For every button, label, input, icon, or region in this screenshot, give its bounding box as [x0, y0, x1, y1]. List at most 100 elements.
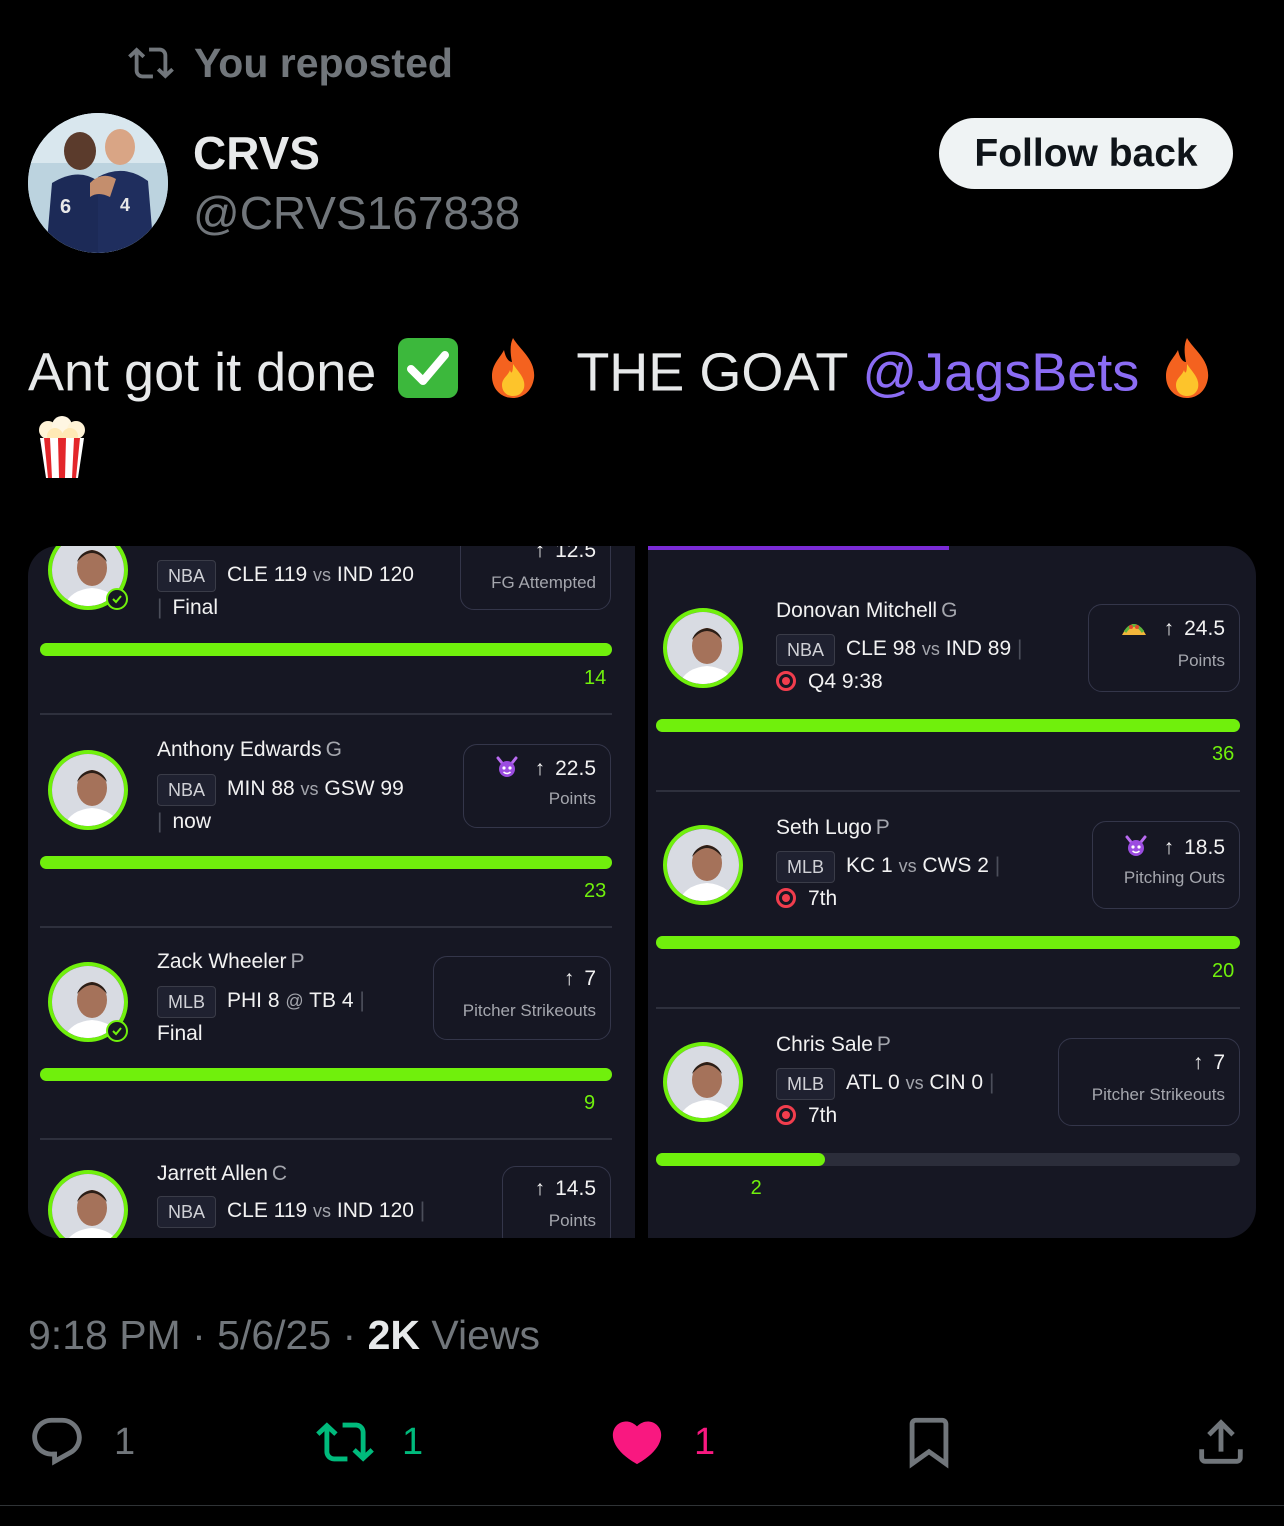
live-icon [776, 1105, 796, 1125]
follow-back-button[interactable]: Follow back [939, 118, 1233, 189]
vs-label: vs [905, 1073, 924, 1093]
team2: CWS [922, 854, 972, 877]
reply-button[interactable]: 1 [28, 1413, 135, 1471]
devil-face-icon [1124, 834, 1148, 864]
progress-fill [40, 643, 612, 656]
author-handle[interactable]: @CRVS167838 [193, 186, 520, 240]
like-button[interactable]: 1 [608, 1413, 715, 1471]
player-position: P [290, 950, 305, 973]
repost-icon [316, 1422, 374, 1462]
vs-label: vs [300, 779, 319, 799]
stat-value: 36 [1212, 743, 1235, 765]
score1: 8 [267, 989, 280, 1012]
share-button[interactable] [1192, 1413, 1250, 1471]
action-bar: 1 1 1 [0, 1410, 1284, 1474]
prop-line-box[interactable]: ↑ 12.5 FG Attempted [460, 546, 611, 610]
progress-fill [656, 719, 1240, 732]
arrow-up-icon: ↑ [534, 546, 546, 562]
player-name-text: Chris Sale [776, 1033, 873, 1056]
stat-type: Points [1177, 651, 1225, 670]
player-position: C [271, 1162, 288, 1185]
progress-bar [40, 1068, 612, 1081]
game-score: CLE 98 vs IND 89 | [846, 637, 1023, 660]
score2: 120 [378, 563, 414, 586]
fire-icon [486, 336, 540, 416]
arrow-up-icon: ↑ [1163, 617, 1175, 640]
stat-type: Pitcher Strikeouts [1091, 1085, 1225, 1104]
progress-fill [40, 1068, 612, 1081]
game-status: | now [157, 810, 211, 833]
prop-line-box[interactable]: ↑ 14.5 Points [502, 1166, 611, 1238]
mention-link[interactable]: @JagsBets [862, 342, 1139, 402]
stat-type: FG Attempted [491, 573, 596, 592]
prop-line: ↑ 24.5 [1120, 617, 1225, 645]
stat-type: Points [548, 1211, 596, 1230]
prop-line-box[interactable]: ↑ 7 Pitcher Strikeouts [1058, 1038, 1240, 1126]
prop-line-box[interactable]: ↑ 7 Pitcher Strikeouts [433, 956, 611, 1040]
player-name: Zack Wheeler P [157, 950, 305, 974]
player-photo [663, 608, 743, 688]
fire-icon [1160, 336, 1214, 416]
prop-line-box[interactable]: ↑ 24.5 Points [1088, 604, 1240, 692]
repost-button[interactable]: 1 [316, 1413, 423, 1471]
score2: 4 [341, 989, 354, 1012]
league-badge: NBA [157, 1196, 217, 1228]
player-position: G [941, 599, 958, 622]
stat-value: 9 [584, 1092, 596, 1114]
progress-indicator [648, 546, 949, 550]
team2: CIN [929, 1071, 966, 1094]
prop-line-box[interactable]: ↑ 22.5 Points [463, 744, 611, 828]
devil-face-icon [495, 755, 519, 785]
team1: PHI [227, 989, 263, 1012]
player-name: Jarrett Allen C [157, 1162, 287, 1186]
game-score: PHI 8 @ TB 4 | [227, 989, 365, 1012]
prop-line-box[interactable]: ↑ 18.5 Pitching Outs [1092, 821, 1240, 909]
score2: 0 [971, 1071, 984, 1094]
team2: GSW [324, 777, 375, 800]
media-image[interactable]: NBA CLE 119 vs IND 120 | Final ↑ 12.5 FG Attem… [28, 546, 1256, 1238]
player-position: P [876, 1033, 891, 1056]
team1: CLE [227, 563, 268, 586]
player-name-text: Seth Lugo [776, 816, 872, 839]
progress-bar [656, 719, 1240, 732]
game-score: ATL 0 vs CIN 0 | [846, 1071, 995, 1094]
popcorn-icon [34, 416, 90, 496]
team1: KC [846, 854, 876, 877]
heart-icon [612, 1421, 662, 1465]
tweet-date[interactable]: 5/6/25 [217, 1312, 331, 1358]
game-status-text: 7th [808, 1104, 838, 1127]
player-photo [48, 1170, 128, 1238]
prop-line: ↑ 18.5 [1124, 834, 1225, 864]
stat-type: Pitching Outs [1123, 868, 1225, 887]
reply-count: 1 [114, 1420, 136, 1463]
game-status: Q4 9:38 [776, 670, 883, 694]
game-status: Final [157, 1022, 203, 1046]
progress-bar [656, 936, 1240, 949]
stat-value: 20 [1212, 960, 1235, 982]
player-photo [663, 1042, 743, 1122]
views-label: Views [431, 1312, 541, 1358]
progress-bar [40, 643, 612, 656]
player-name-text: Jarrett Allen [157, 1162, 268, 1185]
score1: 119 [273, 1199, 308, 1222]
player-name: Anthony Edwards G [157, 738, 342, 762]
share-icon [1199, 1419, 1243, 1464]
progress-fill [656, 1153, 826, 1166]
tweet-text-part-1: Ant got it done [28, 342, 377, 403]
prop-line: ↑ 14.5 [535, 1177, 596, 1201]
arrow-up-icon: ↑ [534, 1177, 546, 1200]
player-name: Seth Lugo P [776, 816, 890, 840]
team2: TB [309, 989, 336, 1012]
bookmark-button[interactable] [900, 1413, 958, 1471]
arrow-up-icon: ↑ [1163, 836, 1175, 859]
vs-label: vs [921, 639, 940, 659]
stat-type: Pitcher Strikeouts [462, 1001, 596, 1020]
author-name[interactable]: CRVS [193, 126, 320, 180]
avatar[interactable]: 6 4 [28, 113, 168, 253]
player-name-text: Anthony Edwards [157, 738, 322, 761]
taco-icon [1120, 617, 1148, 645]
tweet-time[interactable]: 9:18 PM [28, 1312, 181, 1358]
team1: CLE [227, 1199, 268, 1222]
league-badge: NBA [776, 634, 836, 666]
card-divider [40, 926, 612, 928]
